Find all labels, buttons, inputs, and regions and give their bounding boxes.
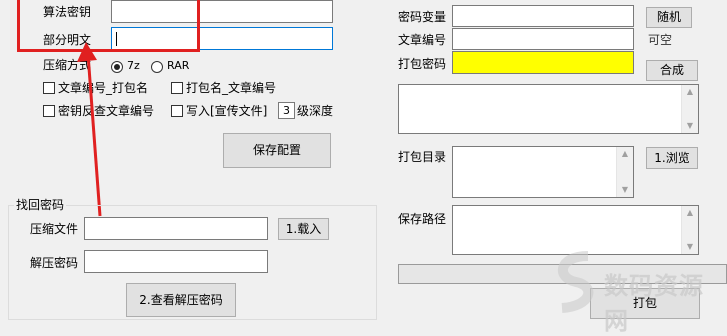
pack-dir-textarea[interactable]: ▲ ▼ bbox=[452, 146, 634, 198]
article-no-label: 文章编号 bbox=[398, 33, 447, 47]
save-config-button[interactable]: 保存配置 bbox=[223, 133, 331, 168]
watermark-logo: 数码资源网 bbox=[548, 248, 727, 335]
pwd-var-label: 密码变量 bbox=[398, 10, 447, 24]
load-button[interactable]: 1.载入 bbox=[278, 218, 329, 240]
chk-write-promo[interactable] bbox=[171, 105, 183, 117]
retrieve-group-title: 找回密码 bbox=[14, 197, 67, 213]
radio-rar[interactable] bbox=[151, 61, 163, 73]
chk-article-pack[interactable] bbox=[43, 82, 55, 94]
pack-dir-scrollbar[interactable]: ▲ ▼ bbox=[616, 147, 633, 197]
chk-write-promo-label: 写入[宣传文件] bbox=[186, 104, 268, 118]
compose-button[interactable]: 合成 bbox=[646, 60, 698, 81]
optional-note: 可空 bbox=[648, 33, 673, 47]
pack-dir-label: 打包目录 bbox=[398, 150, 447, 164]
pack-pwd-label: 打包密码 bbox=[398, 57, 447, 71]
article-no-input[interactable] bbox=[452, 28, 634, 50]
archive-label: 压缩文件 bbox=[30, 222, 79, 236]
output-textarea[interactable]: ▲ ▼ bbox=[398, 84, 699, 134]
pwd-var-input[interactable] bbox=[452, 5, 634, 27]
extract-pwd-label: 解压密码 bbox=[30, 256, 79, 270]
chk-pack-article-label: 打包名_文章编号 bbox=[186, 81, 277, 95]
chk-pack-article[interactable] bbox=[171, 82, 183, 94]
output-scrollbar[interactable]: ▲ ▼ bbox=[681, 85, 698, 133]
pack-pwd-input[interactable] bbox=[452, 51, 634, 74]
browse-button[interactable]: 1.浏览 bbox=[646, 147, 698, 169]
extract-pwd-input[interactable] bbox=[84, 250, 268, 273]
archive-input[interactable] bbox=[84, 217, 268, 240]
red-arrow bbox=[77, 42, 102, 217]
watermark-text: 数码资源网 bbox=[604, 272, 704, 335]
chk-key-lookup[interactable] bbox=[43, 105, 55, 117]
save-path-label: 保存路径 bbox=[398, 212, 447, 226]
depth-input[interactable]: 3 bbox=[278, 102, 295, 119]
random-button[interactable]: 随机 bbox=[646, 7, 692, 28]
save-path-scrollbar[interactable]: ▲ ▼ bbox=[681, 206, 698, 254]
radio-rar-label: RAR bbox=[167, 59, 190, 72]
depth-label: 级深度 bbox=[297, 104, 334, 118]
view-pwd-button[interactable]: 2.查看解压密码 bbox=[126, 283, 236, 317]
